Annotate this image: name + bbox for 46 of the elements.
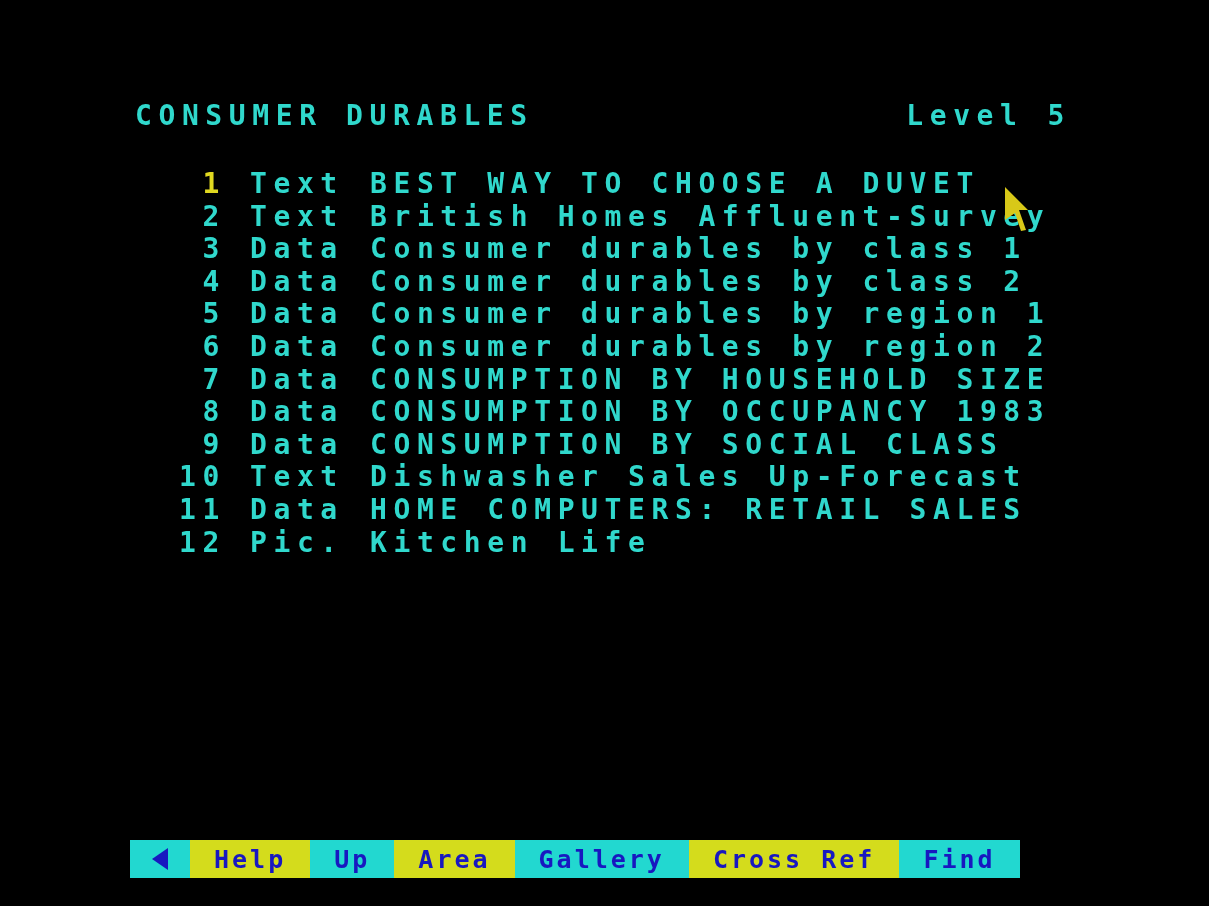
item-number[interactable]: 12 [178, 526, 226, 560]
item-number[interactable]: 9 [178, 428, 226, 462]
menu-button[interactable]: Up [310, 840, 395, 878]
item-number[interactable]: 5 [178, 298, 226, 331]
back-button[interactable] [130, 840, 190, 878]
item-type: Data [250, 265, 345, 299]
item-title[interactable]: BEST WAY TO CHOOSE A DUVET [370, 168, 980, 201]
item-type: Data [250, 363, 345, 397]
item-number[interactable]: 7 [178, 363, 226, 397]
item-number[interactable]: 3 [178, 233, 226, 266]
menu-button[interactable]: Help [190, 840, 311, 878]
menu-button[interactable]: Cross Ref [688, 840, 900, 878]
item-number[interactable]: 6 [178, 330, 226, 364]
item-type: Text [250, 461, 345, 494]
item-type: Data [250, 233, 345, 266]
menu-button[interactable]: Gallery [514, 840, 689, 878]
item-title[interactable]: HOME COMPUTERS: RETAIL SALES [370, 493, 1027, 527]
page-title: CONSUMER DURABLES [135, 100, 534, 132]
item-type: Pic. [250, 526, 345, 560]
item-title[interactable]: Dishwasher Sales Up-Forecast [370, 461, 1027, 494]
item-title[interactable]: CONSUMPTION BY OCCUPANCY 1983 [370, 396, 1051, 429]
item-type: Text [250, 168, 345, 201]
menu-button[interactable]: Find [899, 840, 1020, 878]
item-type: Data [250, 493, 345, 527]
item-title[interactable]: Consumer durables by region 2 [370, 330, 1051, 364]
level-label: Level [906, 100, 1024, 132]
item-title[interactable]: Consumer durables by class 2 [370, 265, 1027, 299]
item-type: Data [250, 396, 345, 429]
item-title[interactable]: Consumer durables by class 1 [370, 233, 1027, 266]
item-type: Data [250, 428, 345, 462]
item-number[interactable]: 8 [178, 396, 226, 429]
item-number[interactable]: 4 [178, 265, 226, 299]
item-number[interactable]: 10 [178, 461, 226, 494]
item-type: Data [250, 330, 345, 364]
item-title[interactable]: CONSUMPTION BY HOUSEHOLD SIZE [370, 363, 1051, 397]
item-number[interactable]: 11 [178, 493, 226, 527]
item-title[interactable]: Consumer durables by region 1 [370, 298, 1051, 331]
item-title[interactable]: CONSUMPTION BY SOCIAL CLASS [370, 428, 1004, 462]
item-type: Data [250, 298, 345, 331]
level-value: 5 [1047, 100, 1071, 132]
item-number[interactable]: 2 [178, 200, 226, 234]
item-number[interactable]: 1 [178, 168, 226, 201]
menu-button[interactable]: Area [394, 840, 515, 878]
item-type: Text [250, 200, 345, 234]
left-arrow-icon [150, 847, 170, 871]
item-title[interactable]: Kitchen Life [370, 526, 652, 560]
